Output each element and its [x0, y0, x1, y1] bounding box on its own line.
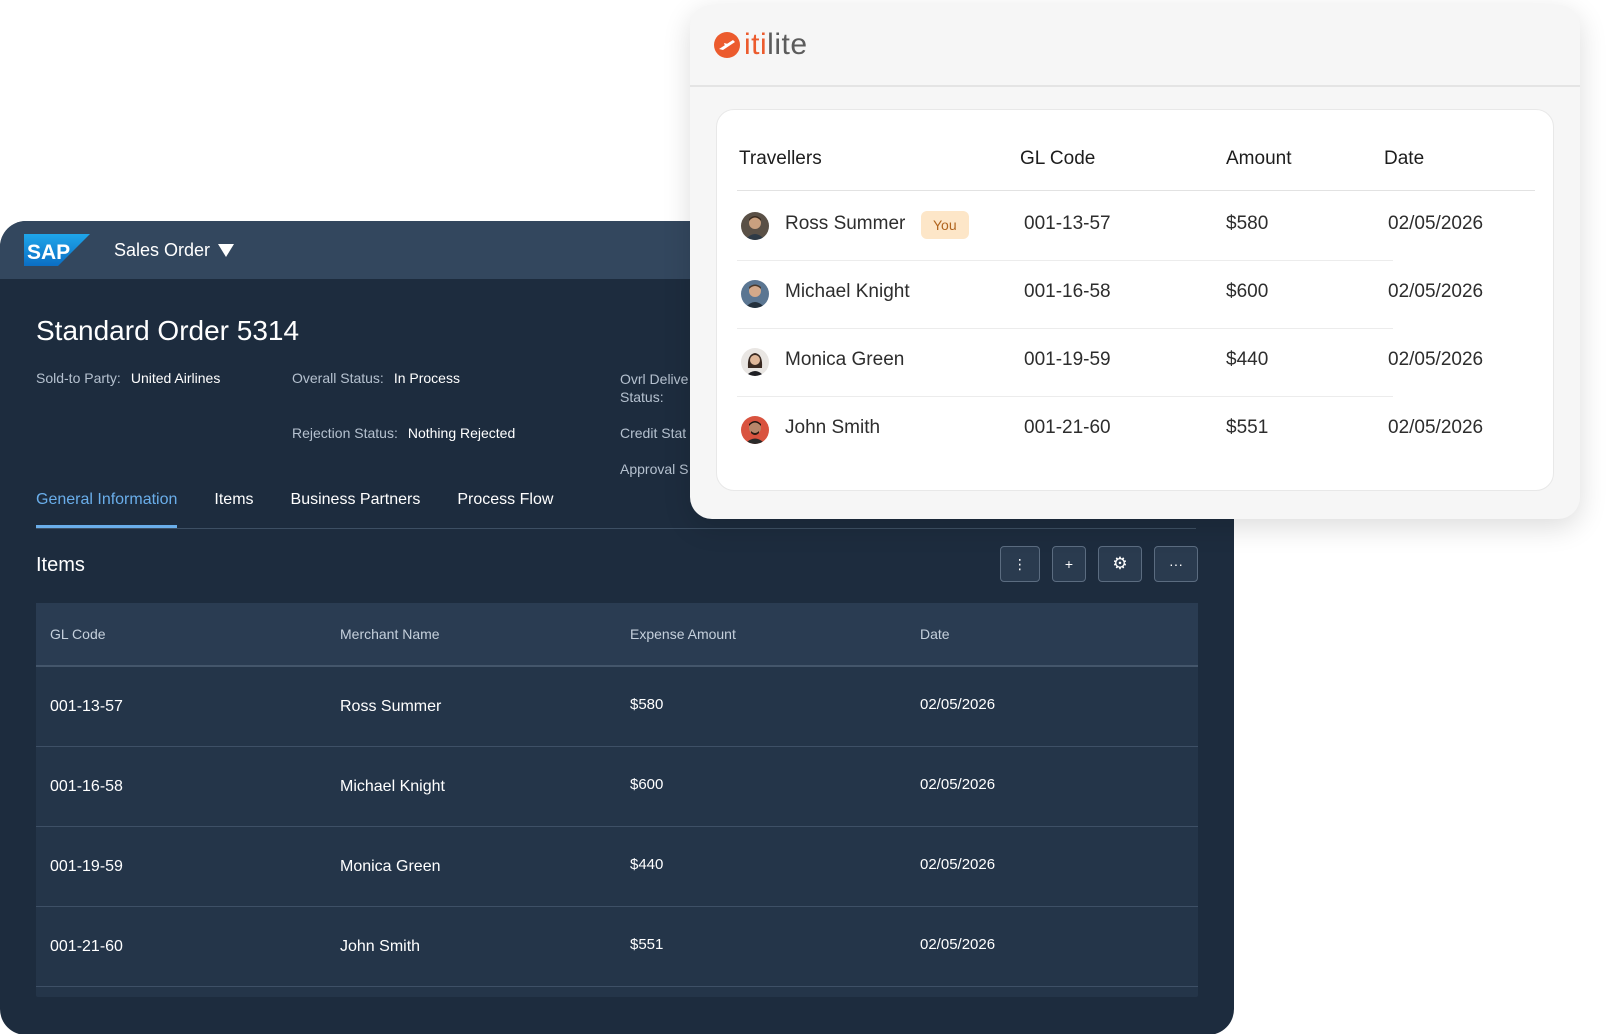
traveller-amount: $600 [1226, 281, 1269, 302]
table-header: GL Code Merchant Name Expense Amount Dat… [36, 603, 1198, 667]
table-row[interactable]: 001-19-59 Monica Green $440 02/05/2026 [36, 827, 1198, 907]
column-header-merchant-name[interactable]: Merchant Name [326, 626, 616, 642]
traveller-amount: $580 [1226, 213, 1269, 234]
add-button[interactable]: + [1051, 546, 1086, 582]
ovrl-delivery-label-2: Status: [620, 389, 664, 405]
tab-business-partners[interactable]: Business Partners [291, 491, 421, 528]
cell-date: 02/05/2026 [920, 856, 996, 873]
traveller-gl-code: 001-21-60 [1024, 417, 1111, 438]
items-toolbar: ⋮ + ⚙ ··· [999, 546, 1198, 582]
credit-status: Credit Stat [620, 425, 687, 441]
traveller-gl-code: 001-13-57 [1024, 213, 1111, 234]
avatar [741, 348, 769, 376]
you-badge: You [921, 211, 969, 239]
overall-status-value: In Process [393, 370, 460, 386]
items-section-title: Items [36, 554, 85, 576]
more-horizontal-button[interactable]: ··· [1154, 546, 1198, 582]
avatar [741, 280, 769, 308]
approval-status: Approval S [620, 461, 689, 477]
column-header-expense-amount[interactable]: Expense Amount [616, 626, 906, 642]
cell-gl-code: 001-13-57 [50, 697, 123, 715]
traveller-date: 02/05/2026 [1388, 213, 1484, 234]
sold-to-value: United Airlines [130, 370, 221, 386]
app-title: Sales Order [114, 239, 211, 260]
column-header-gl-code[interactable]: GL Code [36, 626, 326, 642]
sold-to-label: Sold-to Party: [36, 370, 121, 386]
settings-button[interactable]: ⚙ [1098, 546, 1142, 582]
itilite-brand-rest: lite [767, 28, 808, 61]
overall-status-label: Overall Status: [292, 370, 384, 386]
cell-expense-amount: $551 [630, 936, 664, 953]
cell-gl-code: 001-21-60 [50, 937, 123, 955]
sold-to-party: Sold-to Party: United Airlines [36, 370, 220, 386]
more-vertical-button[interactable]: ⋮ [999, 546, 1040, 582]
table-row[interactable]: 001-21-60 John Smith $551 02/05/2026 [36, 907, 1198, 987]
column-header-date[interactable]: Date [906, 626, 1196, 642]
table-footer-spacer [36, 987, 1198, 997]
cell-merchant-name: John Smith [340, 937, 421, 955]
cell-date: 02/05/2026 [920, 936, 996, 953]
traveller-date: 02/05/2026 [1388, 349, 1484, 370]
items-table: GL Code Merchant Name Expense Amount Dat… [36, 603, 1198, 997]
cell-gl-code: 001-16-58 [50, 777, 123, 795]
table-row[interactable]: 001-16-58 Michael Knight $600 02/05/2026 [36, 747, 1198, 827]
column-header-date: Date [1384, 148, 1425, 169]
cell-gl-code: 001-19-59 [50, 857, 123, 875]
tab-items[interactable]: Items [214, 491, 253, 528]
plus-icon: + [1064, 556, 1073, 572]
ovrl-delivery-label-1: Ovrl Delive [620, 371, 689, 387]
sap-logo-text: SAP [27, 241, 70, 264]
cell-expense-amount: $580 [630, 696, 664, 713]
avatar [741, 416, 769, 444]
travellers-table: Travellers GL Code Amount Date Ross Summ… [716, 109, 1554, 491]
traveller-name: Michael Knight [785, 281, 910, 302]
overall-delivery-status: Ovrl Delive Status: [620, 370, 688, 406]
traveller-row[interactable]: Monica Green 001-19-59 $440 02/05/2026 [717, 327, 1553, 397]
itilite-header: itilite [690, 5, 1580, 87]
more-vertical-icon: ⋮ [1012, 555, 1027, 572]
traveller-name: John Smith [785, 417, 881, 438]
traveller-gl-code: 001-19-59 [1024, 349, 1111, 370]
traveller-gl-code: 001-16-58 [1024, 281, 1111, 302]
traveller-amount: $440 [1226, 349, 1269, 370]
caret-down-icon [218, 243, 235, 257]
traveller-amount: $551 [1226, 417, 1269, 438]
table-row[interactable]: 001-13-57 Ross Summer $580 02/05/2026 [36, 667, 1198, 747]
sap-logo[interactable]: SAP [24, 234, 90, 266]
traveller-date: 02/05/2026 [1388, 417, 1484, 438]
cell-merchant-name: Michael Knight [340, 777, 445, 795]
column-header-gl-code: GL Code [1020, 148, 1096, 169]
traveller-name: Ross Summer [785, 213, 906, 234]
rejection-status: Rejection Status: Nothing Rejected [292, 425, 515, 441]
overall-status: Overall Status: In Process [292, 370, 460, 386]
itilite-card: itilite Travellers GL Code Amount Date R… [690, 5, 1580, 519]
itilite-brand-first: iti [744, 28, 768, 61]
gear-icon: ⚙ [1112, 554, 1128, 573]
column-header-travellers: Travellers [739, 148, 822, 169]
cell-expense-amount: $600 [630, 776, 664, 793]
traveller-row[interactable]: Ross Summer You 001-13-57 $580 02/05/202… [717, 191, 1553, 261]
tab-process-flow[interactable]: Process Flow [457, 491, 553, 528]
cell-expense-amount: $440 [630, 856, 664, 873]
traveller-row[interactable]: Michael Knight 001-16-58 $600 02/05/2026 [717, 259, 1553, 329]
page-title: Standard Order 5314 [36, 315, 300, 346]
cell-date: 02/05/2026 [920, 696, 996, 713]
cell-merchant-name: Ross Summer [340, 697, 442, 715]
cell-merchant-name: Monica Green [340, 857, 441, 875]
traveller-row[interactable]: John Smith 001-21-60 $551 02/05/2026 [717, 395, 1553, 465]
tab-general-information[interactable]: General Information [36, 491, 178, 528]
traveller-name: Monica Green [785, 349, 905, 370]
column-header-amount: Amount [1226, 148, 1292, 169]
app-title-menu[interactable]: Sales Order [114, 239, 235, 261]
itilite-plane-icon [714, 32, 740, 58]
cell-date: 02/05/2026 [920, 776, 996, 793]
rejection-status-label: Rejection Status: [292, 425, 398, 441]
traveller-date: 02/05/2026 [1388, 281, 1484, 302]
rejection-status-value: Nothing Rejected [407, 425, 516, 441]
avatar [741, 212, 769, 240]
more-horizontal-icon: ··· [1169, 556, 1183, 572]
itilite-logo[interactable]: itilite [714, 28, 808, 62]
